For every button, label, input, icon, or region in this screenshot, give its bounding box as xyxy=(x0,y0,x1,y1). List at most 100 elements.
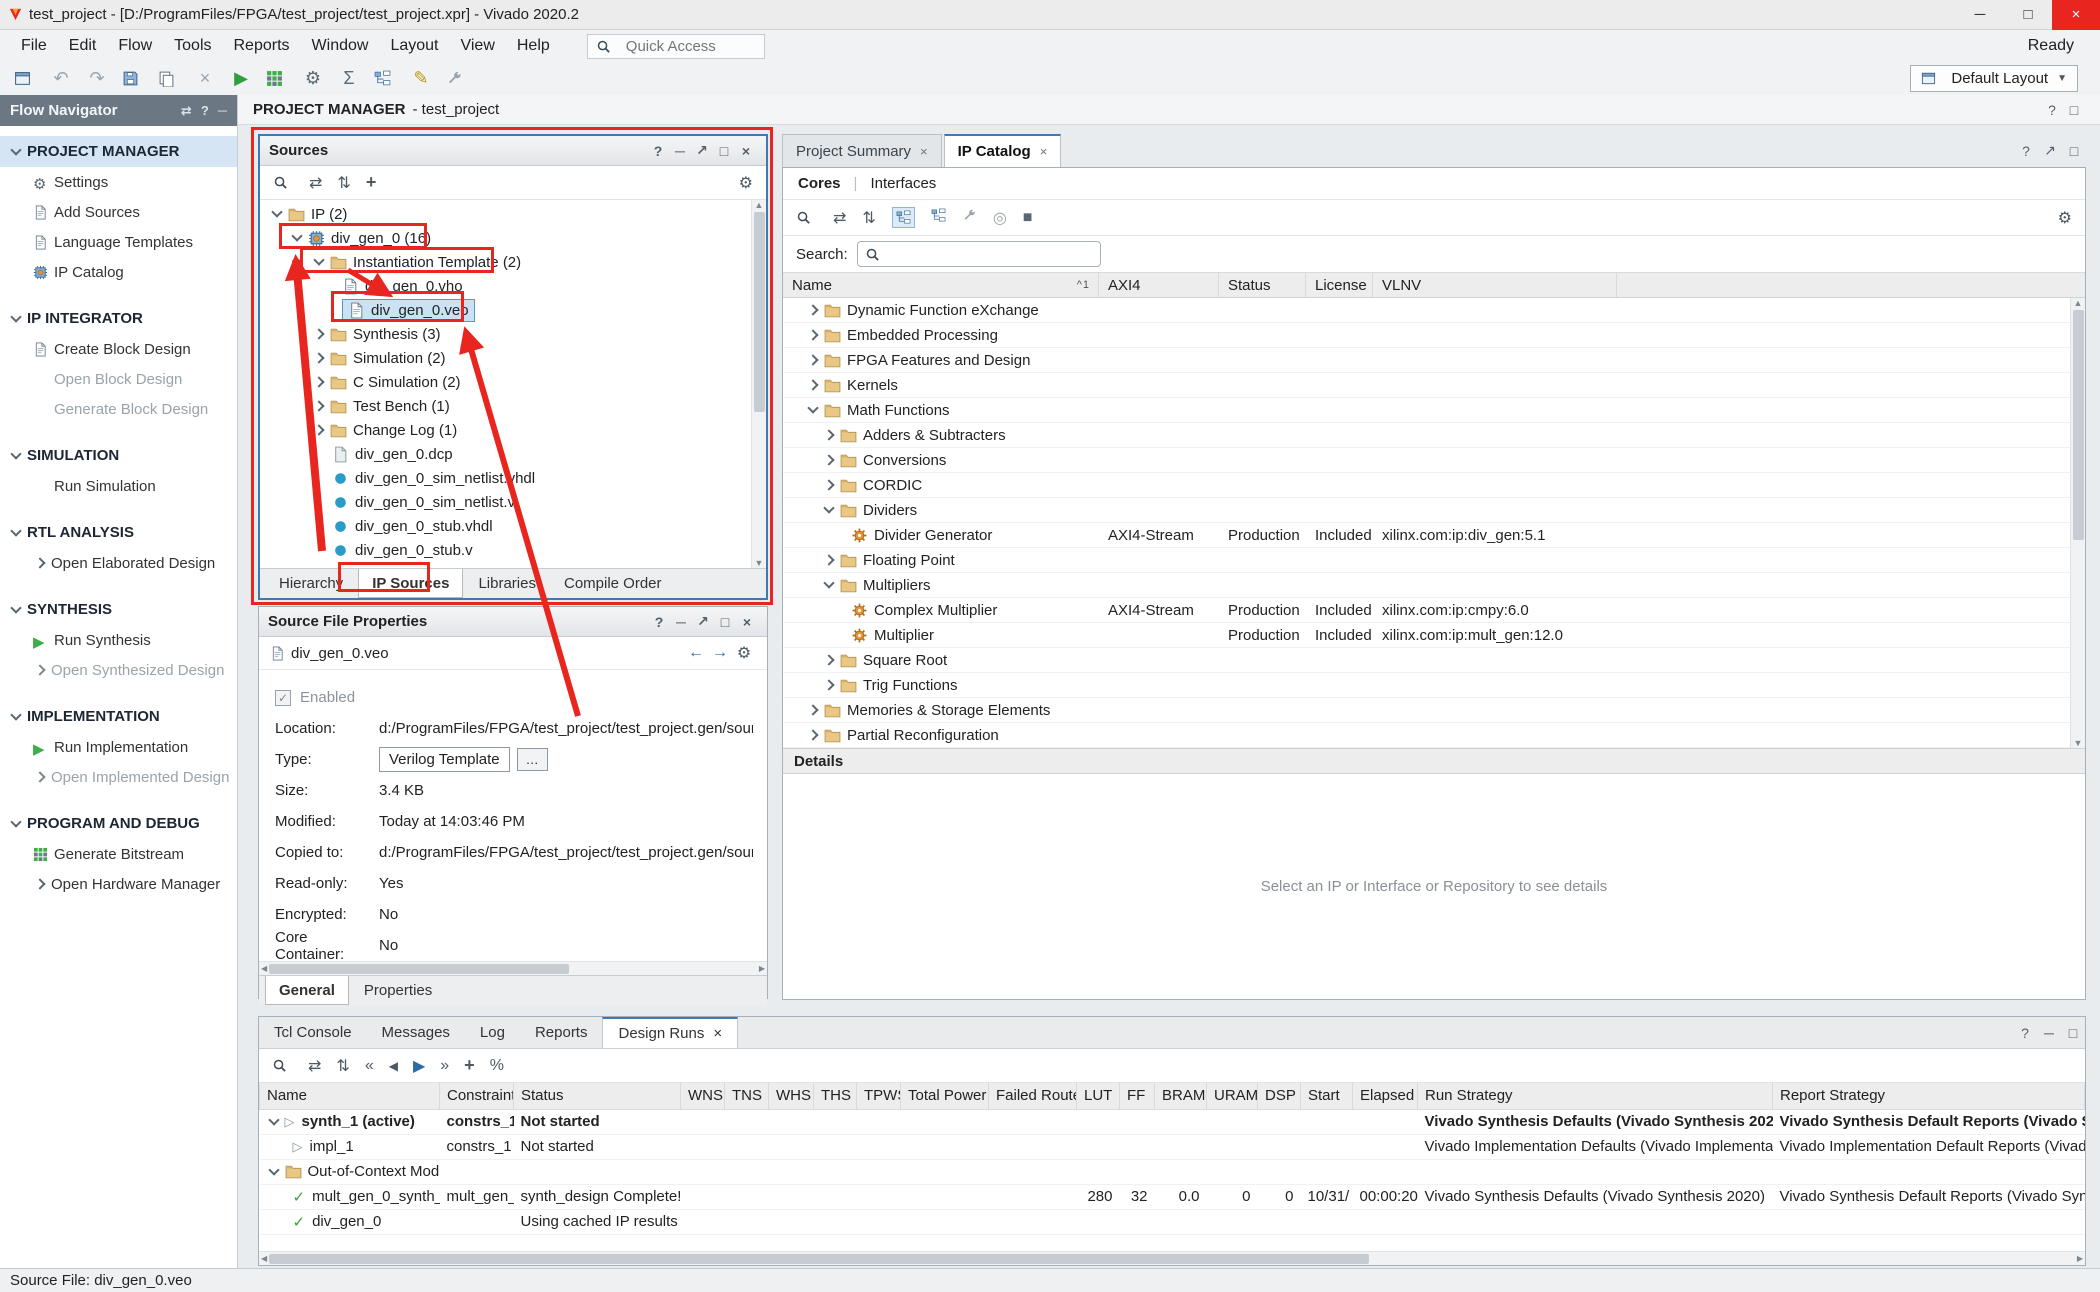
stop-square-icon[interactable]: ■ xyxy=(1023,209,1033,227)
scroll-thumb[interactable] xyxy=(754,212,765,412)
ip-row-conversions[interactable]: Conversions xyxy=(783,448,2085,473)
redo-icon[interactable]: ↷ xyxy=(82,65,112,92)
enabled-checkbox[interactable]: ✓ xyxy=(275,690,291,706)
edit-pencil-icon[interactable]: ✎ xyxy=(406,65,436,92)
sum-icon[interactable]: Σ xyxy=(334,65,364,92)
flownav-item-open-hardware-manager[interactable]: Open Hardware Manager xyxy=(0,869,237,899)
tree-item-div-gen-0-vho[interactable]: div_gen_0.vho xyxy=(260,274,766,298)
type-select[interactable]: Verilog Template xyxy=(379,747,510,772)
tab-properties[interactable]: Properties xyxy=(351,976,445,1005)
col-total-power[interactable]: Total Power xyxy=(901,1083,989,1109)
flownav-item-open-synthesized-design[interactable]: Open Synthesized Design xyxy=(0,655,237,685)
ip-row-dividers[interactable]: Dividers xyxy=(783,498,2085,523)
maximize-icon[interactable]: □ xyxy=(2063,102,2085,118)
design-runs-hscrollbar[interactable]: ◀ ▶ xyxy=(259,1251,2085,1265)
ip-row-complex-multiplier[interactable]: Complex MultiplierAXI4-StreamProductionI… xyxy=(783,598,2085,623)
tab-general[interactable]: General xyxy=(265,976,349,1005)
target-icon[interactable]: ◎ xyxy=(993,208,1007,228)
minimize-icon[interactable]: ─ xyxy=(669,143,691,159)
flownav-section-program-and-debug[interactable]: PROGRAM AND DEBUG xyxy=(0,808,237,839)
menu-tools[interactable]: Tools xyxy=(163,32,222,60)
flownav-item-create-block-design[interactable]: Create Block Design xyxy=(0,334,237,364)
run-row-mult-gen-0-synth-1[interactable]: ✓mult_gen_0_synth_1 mult_gen_0 synth_des… xyxy=(260,1184,2085,1209)
ip-row-embedded-processing[interactable]: Embedded Processing xyxy=(783,323,2085,348)
skip-back-icon[interactable]: « xyxy=(365,1057,374,1075)
probe-wrench-icon[interactable] xyxy=(442,65,472,92)
save-icon[interactable] xyxy=(118,65,148,92)
column-header-status[interactable]: Status xyxy=(1219,273,1306,297)
col-dsp[interactable]: DSP xyxy=(1258,1083,1301,1109)
group-by-category-icon[interactable] xyxy=(892,207,915,228)
program-device-icon[interactable] xyxy=(262,65,292,92)
help-icon[interactable]: ? xyxy=(2013,1017,2037,1048)
tab-project-summary[interactable]: Project Summary× xyxy=(782,134,942,167)
col-lut[interactable]: LUT xyxy=(1077,1083,1120,1109)
ip-row-math-functions[interactable]: Math Functions xyxy=(783,398,2085,423)
column-header-license[interactable]: License xyxy=(1306,273,1373,297)
run-row-synth-1[interactable]: ▷synth_1 (active) constrs_1 Not started … xyxy=(260,1109,2085,1134)
collapse-all-icon[interactable]: ⇄ xyxy=(309,173,322,193)
ip-search-input[interactable] xyxy=(887,245,1093,263)
col-whs[interactable]: WHS xyxy=(769,1083,814,1109)
close-icon[interactable]: × xyxy=(713,1025,722,1042)
properties-hscrollbar[interactable]: ◀ ▶ xyxy=(259,961,767,975)
col-name[interactable]: Name xyxy=(260,1083,440,1109)
col-report-strategy[interactable]: Report Strategy xyxy=(1773,1083,2085,1109)
ip-row-adders-subtracters[interactable]: Adders & Subtracters xyxy=(783,423,2085,448)
flownav-section-implementation[interactable]: IMPLEMENTATION xyxy=(0,701,237,732)
flownav-item-settings[interactable]: ⚙Settings xyxy=(0,167,237,197)
tree-item-c-simulation[interactable]: C Simulation (2) xyxy=(260,370,766,394)
restore-hierarchy-icon[interactable] xyxy=(931,208,946,228)
help-icon[interactable]: ? xyxy=(647,143,669,159)
flownav-section-rtl-analysis[interactable]: RTL ANALYSIS xyxy=(0,517,237,548)
minimize-icon[interactable]: ─ xyxy=(670,614,692,630)
menu-help[interactable]: Help xyxy=(506,32,561,60)
maximize-icon[interactable]: □ xyxy=(2061,1017,2085,1048)
menu-layout[interactable]: Layout xyxy=(379,32,449,60)
tree-item-synthesis[interactable]: Synthesis (3) xyxy=(260,322,766,346)
col-elapsed[interactable]: Elapsed xyxy=(1353,1083,1418,1109)
settings-gear-icon[interactable]: ⚙ xyxy=(298,65,328,92)
tab-hierarchy[interactable]: Hierarchy xyxy=(266,569,356,598)
tab-ip-sources[interactable]: IP Sources xyxy=(358,569,463,598)
ip-row-multiplier[interactable]: MultiplierProductionIncludedxilinx.com:i… xyxy=(783,623,2085,648)
col-failed-routes[interactable]: Failed Routes xyxy=(989,1083,1077,1109)
flownav-section-simulation[interactable]: SIMULATION xyxy=(0,440,237,471)
window-icon[interactable] xyxy=(10,65,40,92)
ip-row-fpga-features[interactable]: FPGA Features and Design xyxy=(783,348,2085,373)
sources-panel-header[interactable]: Sources ? ─ ↗ □ × xyxy=(260,136,766,166)
scroll-right-icon[interactable]: ▶ xyxy=(759,964,765,973)
help-icon[interactable]: ? xyxy=(648,614,670,630)
col-bram[interactable]: BRAM xyxy=(1155,1083,1207,1109)
flownav-item-add-sources[interactable]: Add Sources xyxy=(0,197,237,227)
collapse-icon[interactable]: ⇄ xyxy=(181,103,192,119)
tab-reports[interactable]: Reports xyxy=(520,1017,603,1048)
close-icon[interactable]: × xyxy=(920,144,928,159)
scroll-thumb[interactable] xyxy=(269,1254,1369,1264)
search-icon[interactable] xyxy=(796,210,811,225)
copy-icon[interactable] xyxy=(154,65,184,92)
scroll-left-icon[interactable]: ◀ xyxy=(261,964,267,973)
gear-icon[interactable]: ⚙ xyxy=(732,643,756,663)
tree-item-sim-netlist-v[interactable]: div_gen_0_sim_netlist.v xyxy=(260,490,766,514)
search-icon[interactable] xyxy=(272,1058,287,1073)
forward-arrow-icon[interactable]: → xyxy=(708,644,732,662)
scroll-left-icon[interactable]: ◀ xyxy=(261,1254,267,1263)
menu-file[interactable]: File xyxy=(10,32,58,60)
minimize-icon[interactable]: ─ xyxy=(218,103,227,118)
flownav-item-open-implemented-design[interactable]: Open Implemented Design xyxy=(0,762,237,792)
scroll-down-icon[interactable]: ▼ xyxy=(2074,738,2083,748)
run-icon[interactable]: ▶ xyxy=(226,65,256,92)
run-icon[interactable]: ▶ xyxy=(413,1056,425,1076)
tree-item-div-gen-0[interactable]: div_gen_0 (16) xyxy=(260,226,766,250)
help-icon[interactable]: ? xyxy=(201,103,209,118)
tab-log[interactable]: Log xyxy=(465,1017,520,1048)
menu-view[interactable]: View xyxy=(449,32,505,60)
step-back-icon[interactable]: ◀ xyxy=(389,1059,398,1073)
ip-search-box[interactable] xyxy=(857,241,1101,267)
close-icon[interactable]: × xyxy=(736,614,758,630)
col-ff[interactable]: FF xyxy=(1120,1083,1155,1109)
expand-all-icon[interactable]: ⇅ xyxy=(862,208,875,228)
menu-window[interactable]: Window xyxy=(301,32,380,60)
tree-item-test-bench[interactable]: Test Bench (1) xyxy=(260,394,766,418)
